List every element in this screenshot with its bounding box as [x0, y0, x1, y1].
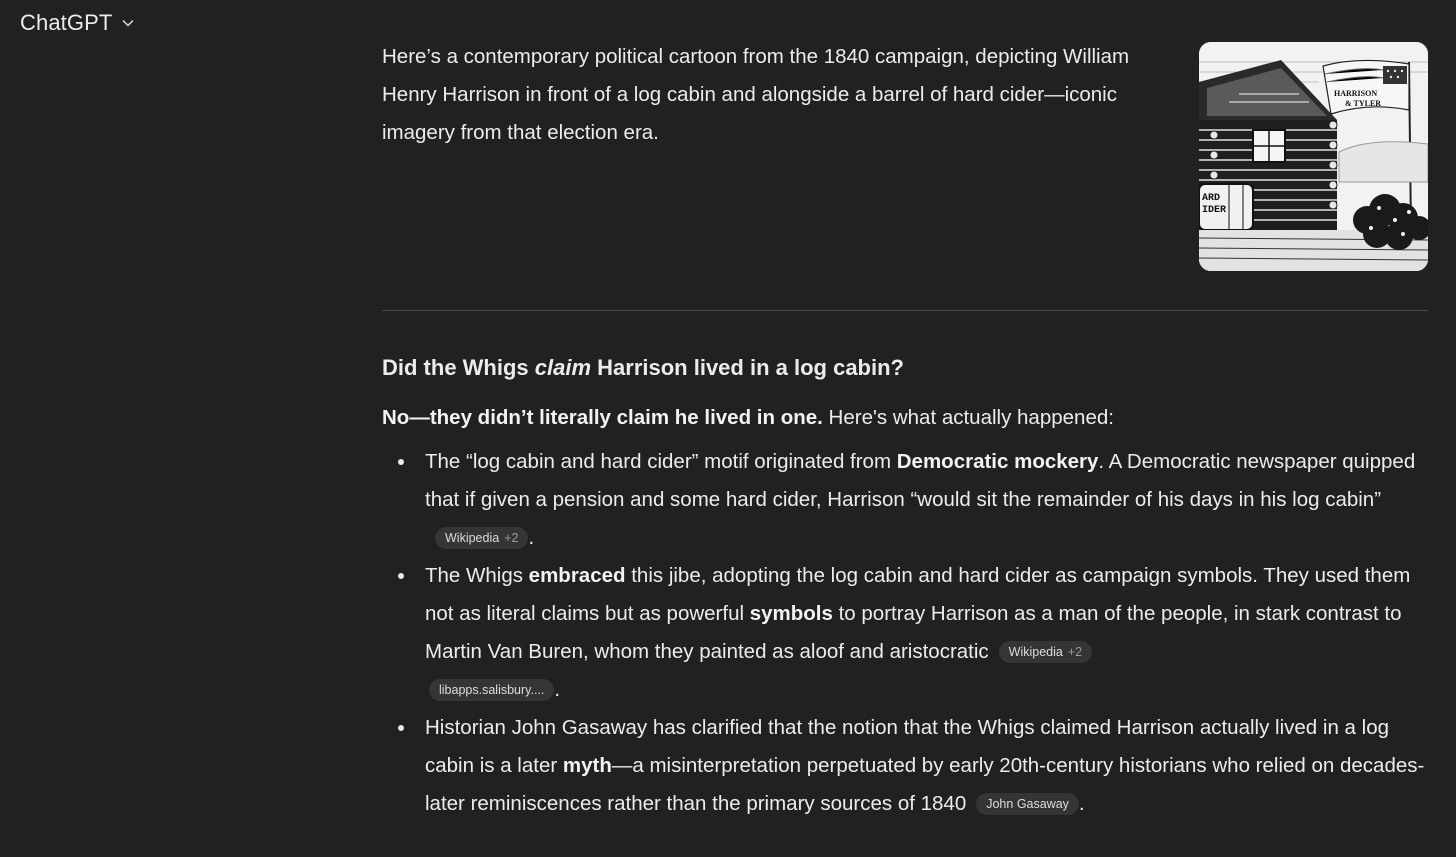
barrel-text-1: ARD [1202, 193, 1220, 204]
citation-chip-libapps[interactable]: libapps.salisbury.... [429, 679, 555, 701]
flag-text-2: & TYLER [1345, 99, 1381, 108]
cartoon-image[interactable]: ARD IDER HARRISON & TYLER [1199, 42, 1428, 271]
list-item: The Whigs embraced this jibe, adopting t… [382, 557, 1428, 709]
citation-chip-wikipedia[interactable]: Wikipedia +2 [435, 527, 529, 549]
intro-paragraph: Here’s a contemporary political cartoon … [382, 45, 1130, 144]
citation-count: +2 [1067, 645, 1083, 659]
lead-bold: No—they didn’t literally claim he lived … [382, 406, 823, 429]
bullet-text: The “log cabin and hard cider” motif ori… [425, 450, 897, 473]
citation-chip-gasaway[interactable]: John Gasaway [976, 793, 1079, 815]
bullet-end: . [1078, 792, 1085, 815]
section-divider [382, 310, 1428, 311]
barrel-text-2: IDER [1202, 205, 1226, 216]
chevron-down-icon [123, 20, 134, 27]
citation-label: libapps.salisbury.... [439, 683, 545, 697]
bullet-text: The Whigs [425, 564, 529, 587]
lead-rest: Here's what actually happened: [822, 406, 1114, 429]
bullet-bold: symbols [749, 602, 833, 625]
app-title: ChatGPT [20, 10, 113, 35]
citation-label: Wikipedia [445, 531, 500, 545]
bullet-end: . [554, 678, 561, 701]
flag-text-1: HARRISON [1334, 89, 1377, 98]
bullet-bold: Democratic mockery [896, 450, 1099, 473]
bullet-list: The “log cabin and hard cider” motif ori… [382, 443, 1428, 823]
heading-post: Harrison lived in a log cabin? [591, 355, 904, 380]
log-cabin-illustration: ARD IDER HARRISON & TYLER [1199, 42, 1428, 271]
bullet-bold: embraced [528, 564, 626, 587]
list-item: Historian John Gasaway has clarified tha… [382, 709, 1428, 823]
model-selector[interactable]: ChatGPT [20, 10, 136, 36]
heading-pre: Did the Whigs [382, 355, 535, 380]
citation-label: John Gasaway [986, 797, 1069, 811]
list-item: The “log cabin and hard cider” motif ori… [382, 443, 1428, 557]
citation-chip-wikipedia[interactable]: Wikipedia +2 [998, 641, 1093, 663]
heading-emphasis: claim [534, 355, 592, 380]
lead-paragraph: No—they didn’t literally claim he lived … [382, 399, 1114, 437]
citation-count: +2 [504, 531, 519, 545]
section-heading: Did the Whigs claim Harrison lived in a … [382, 351, 904, 385]
bullet-bold: myth [562, 754, 612, 777]
citation-label: Wikipedia [1008, 645, 1063, 659]
bullet-end: . [528, 526, 535, 549]
